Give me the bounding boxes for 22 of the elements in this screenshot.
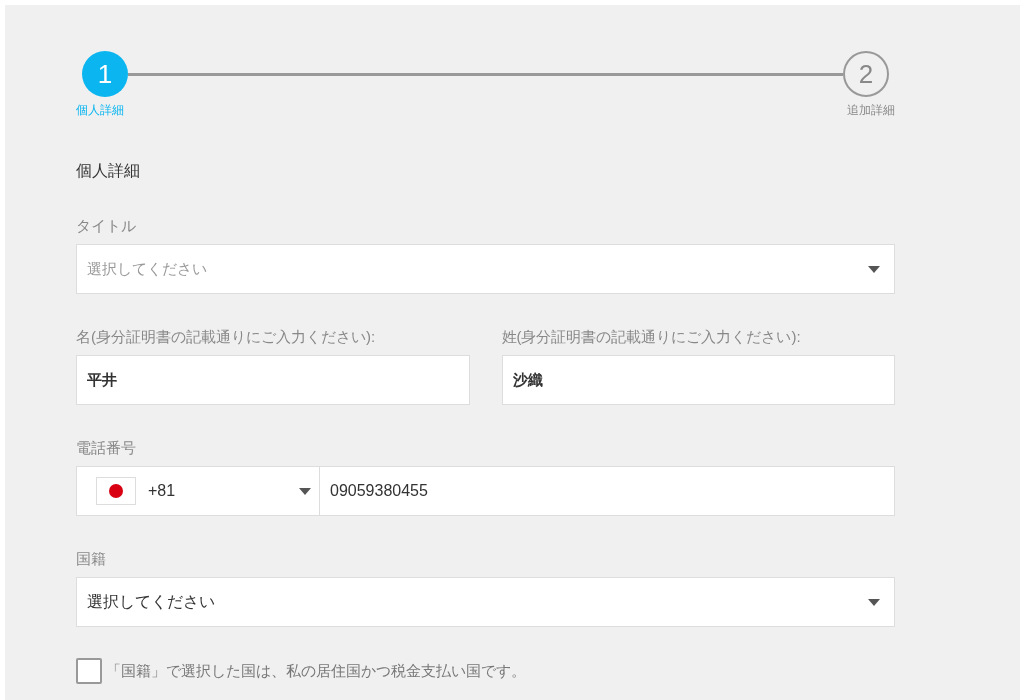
caret-icon: [868, 598, 880, 606]
flag-icon: [96, 477, 136, 505]
country-code: +81: [148, 481, 177, 501]
country-code-select[interactable]: +81: [76, 466, 320, 516]
select-field[interactable]: 選択してください: [76, 577, 895, 627]
caret-icon: [868, 265, 880, 273]
select-value: 選択してください: [87, 592, 215, 612]
caret-icon: [299, 487, 311, 495]
phone-input[interactable]: 09059380455: [320, 466, 895, 516]
text-input[interactable]: 平井: [76, 355, 470, 405]
step-label: 追加詳細: [847, 102, 895, 119]
checkbox[interactable]: [76, 658, 102, 684]
text-input[interactable]: 沙織: [501, 355, 895, 405]
field-label: 国籍: [76, 549, 107, 569]
section-title: 個人詳細: [76, 161, 141, 181]
checkbox-label: 「国籍」で選択した国は、私の居住国かつ税金支払い国です。: [106, 660, 526, 681]
field-label: 名(身分証明書の記載通りにご入力ください):: [76, 327, 377, 347]
field-label: 姓(身分証明書の記載通りにご入力ください):: [501, 327, 802, 347]
step-label: 個人詳細: [76, 102, 124, 119]
select-placeholder: 選択してください: [87, 258, 207, 279]
field-label: 電話番号: [76, 438, 137, 458]
field-label: タイトル: [76, 216, 137, 236]
